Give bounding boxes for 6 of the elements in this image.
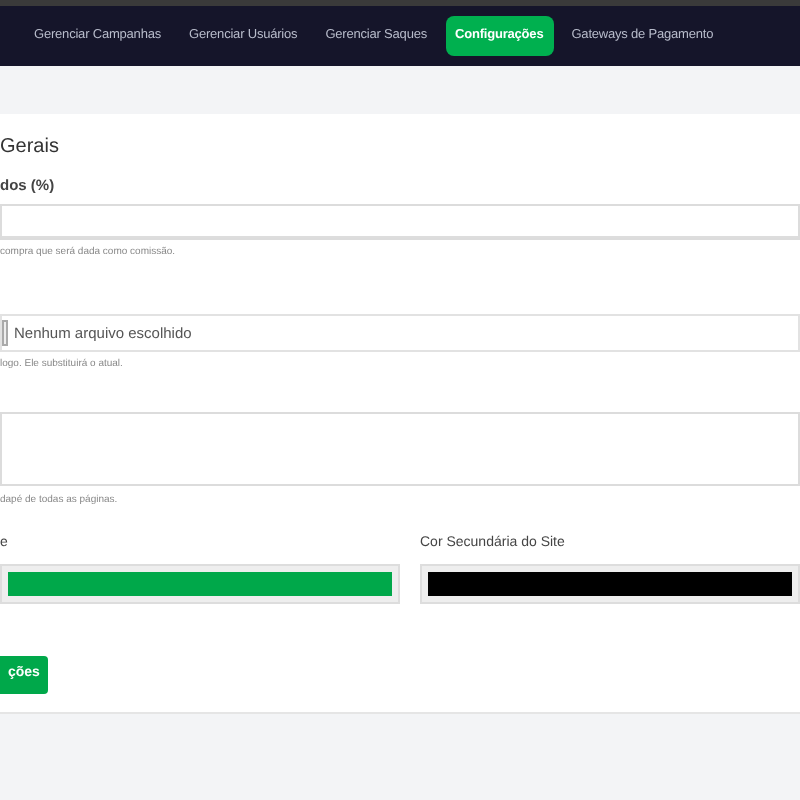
choose-file-button[interactable] <box>2 320 8 346</box>
footer-textarea[interactable] <box>0 412 800 486</box>
commission-input[interactable] <box>0 204 800 240</box>
color-picker[interactable] <box>420 564 800 604</box>
color-picker[interactable] <box>0 564 400 604</box>
section-title: Gerais <box>0 136 61 160</box>
